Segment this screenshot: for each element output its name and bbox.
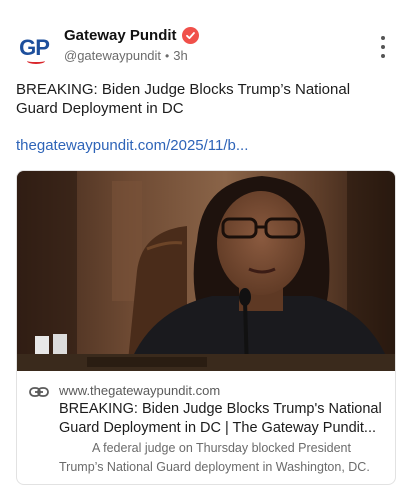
card-description-line: Trump’s National Guard deployment in Was… [59,460,370,474]
timestamp: 3h [173,48,188,63]
post-text: BREAKING: Biden Judge Blocks Trump’s Nat… [16,81,351,117]
logo-swoosh [27,58,45,64]
verified-badge-icon [181,27,199,44]
separator: • [165,48,170,63]
card-domain: www.thegatewaypundit.com [59,383,221,398]
card-description-line: A federal judge on Thursday blocked Pres… [92,441,351,455]
account-meta: @gatewaypundit • 3h [64,48,188,63]
account-name-row: Gateway Pundit [64,27,199,44]
card-info: www.thegatewaypundit.com BREAKING: Biden… [17,371,395,484]
link-icon [29,387,49,397]
avatar[interactable]: GP [16,30,52,66]
post: GP Gateway Pundit @gatewaypundit • 3h BR… [0,0,411,500]
handle[interactable]: @gatewaypundit [64,48,161,63]
more-options-icon[interactable] [374,36,392,58]
display-name[interactable]: Gateway Pundit [64,27,177,44]
card-image [17,171,395,371]
post-link[interactable]: thegatewaypundit.com/2025/11/b... [16,137,248,154]
link-preview-card[interactable]: www.thegatewaypundit.com BREAKING: Biden… [16,170,396,485]
card-description: A federal judge on Thursday blocked Pres… [59,439,394,477]
card-title[interactable]: BREAKING: Biden Judge Blocks Trump's Nat… [59,400,389,438]
